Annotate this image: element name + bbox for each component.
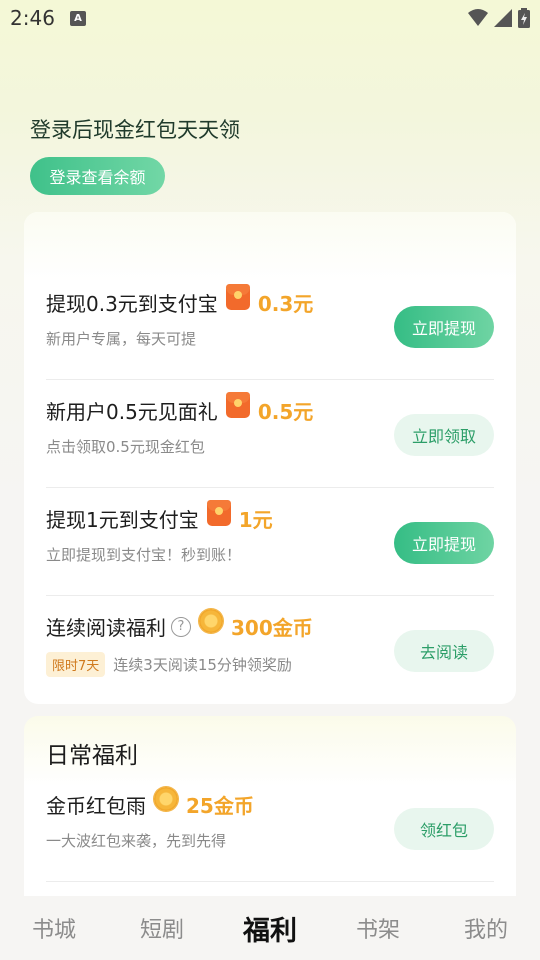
- task-title: 提现0.3元到支付宝 0.3元: [46, 283, 314, 317]
- bottom-tab-bar: 书城 短剧 福利 书架 我的: [0, 896, 540, 960]
- claim-now-button[interactable]: 立即领取: [394, 414, 494, 456]
- task-title-text: 提现1元到支付宝: [46, 508, 199, 532]
- notification-icon: A: [70, 11, 86, 26]
- daily-benefits-card: 日常福利 金币红包雨 25金币 一大波红包来袭，先到先得 领红包: [24, 716, 516, 916]
- task-title-text: 金币红包雨: [46, 794, 146, 818]
- task-title: 金币红包雨 25金币: [46, 786, 254, 819]
- cash-task-card: 提现0.3元到支付宝 0.3元 新用户专属，每天可提 立即提现 新用户0.5元见…: [24, 212, 516, 704]
- task-reward: 25金币: [186, 794, 254, 818]
- task-row-withdraw-0.3: 提现0.3元到支付宝 0.3元 新用户专属，每天可提 立即提现: [46, 272, 494, 380]
- wifi-icon: [468, 9, 488, 26]
- task-title: 新用户0.5元见面礼 0.5元: [46, 391, 314, 425]
- task-subtitle: 立即提现到支付宝！秒到账！: [46, 546, 242, 564]
- tab-short-drama[interactable]: 短剧: [122, 912, 202, 944]
- tab-welfare[interactable]: 福利: [230, 909, 310, 948]
- go-read-button[interactable]: 去阅读: [394, 630, 494, 672]
- help-question-icon[interactable]: ?: [171, 616, 191, 637]
- battery-icon: [518, 8, 530, 28]
- task-reward: 1元: [238, 508, 273, 532]
- red-packet-icon: [206, 499, 231, 526]
- tab-bookshelf[interactable]: 书架: [338, 912, 418, 944]
- task-row-new-user-gift: 新用户0.5元见面礼 0.5元 点击领取0.5元现金红包 立即领取: [46, 380, 494, 488]
- login-view-balance-button[interactable]: 登录查看余额: [30, 157, 165, 195]
- task-title: 提现1元到支付宝 1元: [46, 499, 273, 533]
- withdraw-now-button[interactable]: 立即提现: [394, 522, 494, 564]
- divider: [46, 881, 494, 882]
- task-row-continuous-reading: 连续阅读福利 ? 300金币 限时7天 连续3天阅读15分钟领奖励 去阅读: [46, 596, 494, 704]
- tab-bookstore[interactable]: 书城: [14, 912, 94, 944]
- tab-mine[interactable]: 我的: [446, 912, 526, 944]
- status-bar: 2:46 A: [0, 0, 540, 36]
- coin-icon: [154, 786, 178, 811]
- task-title-text: 新用户0.5元见面礼: [46, 400, 218, 424]
- section-title-daily: 日常福利: [46, 743, 138, 769]
- task-reward: 300金币: [231, 616, 313, 640]
- signal-icon: [494, 9, 512, 27]
- limited-time-badge: 限时7天: [46, 652, 106, 677]
- red-packet-icon: [225, 391, 250, 418]
- hero-title: 登录后现金红包天天领: [30, 118, 240, 142]
- task-title: 连续阅读福利 ? 300金币: [46, 608, 313, 641]
- coin-icon: [199, 608, 223, 633]
- task-subtitle-row: 限时7天 连续3天阅读15分钟领奖励: [46, 652, 292, 677]
- task-subtitle: 新用户专属，每天可提: [46, 330, 197, 348]
- task-subtitle: 点击领取0.5元现金红包: [46, 438, 205, 456]
- withdraw-now-button[interactable]: 立即提现: [394, 306, 494, 348]
- task-subtitle: 连续3天阅读15分钟领奖励: [113, 656, 292, 674]
- red-packet-icon: [225, 283, 250, 310]
- task-reward: 0.5元: [257, 400, 314, 424]
- status-icons: [468, 8, 530, 28]
- task-title-text: 提现0.3元到支付宝: [46, 292, 218, 316]
- status-time: 2:46: [10, 6, 55, 30]
- task-row-coin-red-packet-rain: 金币红包雨 25金币 一大波红包来袭，先到先得 领红包: [46, 774, 494, 882]
- claim-red-packet-button[interactable]: 领红包: [394, 808, 494, 850]
- task-title-text: 连续阅读福利: [46, 616, 166, 640]
- task-reward: 0.3元: [257, 292, 314, 316]
- task-subtitle: 一大波红包来袭，先到先得: [46, 832, 227, 850]
- task-row-withdraw-1: 提现1元到支付宝 1元 立即提现到支付宝！秒到账！ 立即提现: [46, 488, 494, 596]
